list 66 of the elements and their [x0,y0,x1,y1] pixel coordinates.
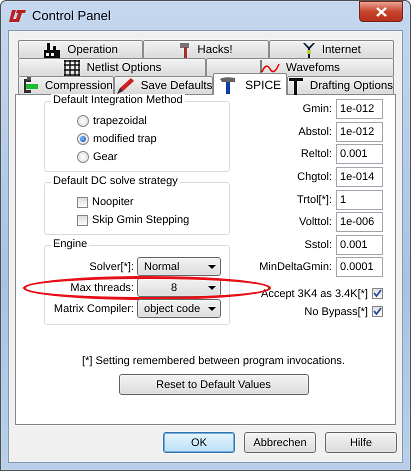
app-logo-icon [8,10,26,22]
field-label: Solver[*]: [89,260,134,272]
radio-button[interactable] [77,115,89,127]
tab[interactable]: SPICE [213,73,287,95]
checkbox[interactable] [77,214,88,226]
group-title: Default Integration Method [51,94,185,106]
antenna-icon [302,42,316,58]
tab[interactable]: Hacks! [143,40,269,58]
dropdown[interactable]: 8 [137,278,221,297]
checkbox[interactable] [372,306,383,318]
checkbox[interactable] [77,196,88,208]
close-icon [376,6,386,16]
field-label: Sstol: [304,238,332,251]
checkbox-label: Noopiter [92,196,134,208]
field-label: Abstol: [298,126,332,138]
group-title: Engine [51,238,90,250]
dropdown-arrow-icon [208,306,216,310]
tab[interactable]: Wavefoms [206,58,394,76]
factory-icon [43,42,62,58]
t-square-icon [288,76,304,94]
tab[interactable]: Netlist Options [18,58,206,76]
radio-button[interactable] [77,133,89,145]
input-field[interactable]: 1 [336,190,383,210]
dropdown[interactable]: Normal [137,257,221,276]
field-label: Trtol[*]: [296,194,332,206]
tab[interactable]: Internet [268,40,394,58]
close-button[interactable] [359,1,403,22]
radio-button[interactable] [77,151,89,163]
checkbox-label: No Bypass[*] [304,306,368,318]
tab[interactable]: Operation [18,40,144,58]
checkbox-label: Skip Gmin Stepping [92,214,190,226]
checkbox-label: Accept 3K4 as 3.4K[*] [260,288,368,300]
pen-icon [114,76,135,94]
input-field[interactable]: 1e-014 [336,167,383,188]
input-field[interactable]: 1e-012 [336,122,383,142]
input-field[interactable]: 1e-012 [336,99,383,120]
window-title: Control Panel [32,8,112,23]
input-field[interactable]: 1e-006 [336,212,383,232]
checkbox[interactable] [372,288,383,300]
hammer-icon [179,42,192,58]
input-field[interactable]: 0.001 [336,234,383,255]
radio-label: trapezoidal [93,115,147,127]
dialog-button[interactable]: OK [163,432,235,453]
footnote: [*] Setting remembered between program invocations. [81,355,346,367]
dialog-button[interactable]: Abbrechen [244,432,316,453]
tab[interactable]: Save Defaults [114,76,214,94]
field-label: Volttol: [298,216,332,228]
dropdown[interactable]: object code [137,299,221,318]
field-label: Reltol: [300,148,332,160]
group-title: Default DC solve strategy [51,175,180,187]
field-label: Chgtol: [297,171,332,184]
dropdown-arrow-icon [208,264,216,268]
field-label: Max threads: [70,282,134,294]
radio-label: modified trap [93,133,157,145]
field-label: Gmin: [302,103,332,116]
field-label: MinDeltaGmin: [259,261,332,274]
dialog-button[interactable]: Hilfe [325,432,397,453]
input-field[interactable]: 0.0001 [336,257,383,278]
tab[interactable]: Compression [18,76,114,94]
grid-icon [62,60,81,76]
reset-button[interactable]: Reset to Default Values [118,374,308,395]
input-field[interactable]: 0.001 [336,144,383,164]
tab[interactable]: Drafting Options [286,76,394,94]
radio-label: Gear [93,151,118,163]
dropdown-arrow-icon [208,286,216,290]
field-label: Matrix Compiler: [54,302,134,314]
